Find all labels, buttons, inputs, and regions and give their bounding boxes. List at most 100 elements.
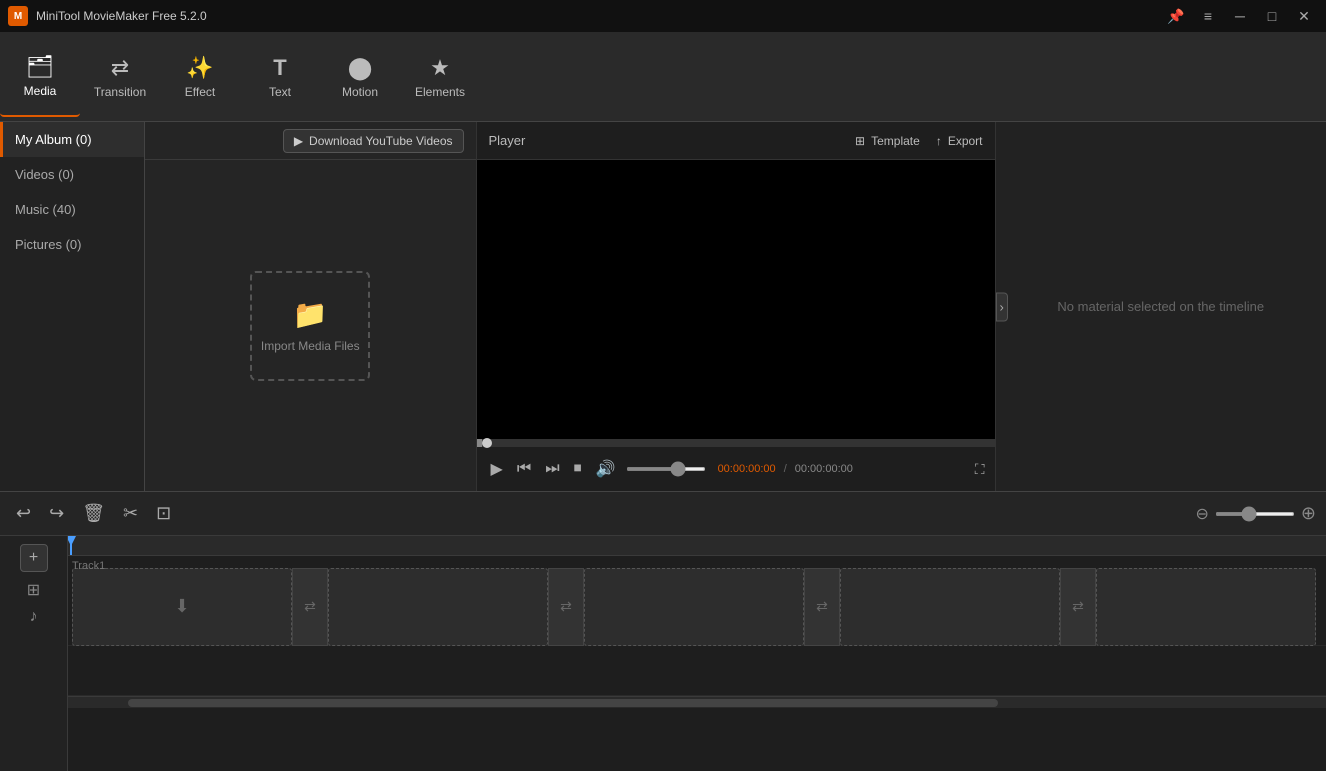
timeline-toolbar: ↩ ↪ 🗑 ✂ ⊡ ⊖ ⊕	[0, 492, 1326, 536]
playhead[interactable]	[70, 536, 72, 555]
prev-frame-button[interactable]: ⏮	[513, 456, 535, 482]
folder-icon: 📁	[293, 298, 328, 331]
export-icon: ↑	[936, 134, 942, 148]
maximize-button[interactable]: □	[1258, 5, 1286, 27]
fullscreen-button[interactable]: ⛶	[975, 461, 985, 478]
minimize-button[interactable]: ─	[1226, 5, 1254, 27]
zoom-controls: ⊖ ⊕	[1196, 503, 1317, 524]
pin-button[interactable]: 📌	[1162, 5, 1190, 27]
effect-label: Effect	[185, 85, 215, 99]
volume-button[interactable]: 🔊	[592, 455, 620, 483]
transition-label: Transition	[94, 85, 146, 99]
play-button[interactable]: ▶	[487, 455, 507, 483]
transition-3[interactable]: ⇄	[804, 568, 840, 646]
undo-button[interactable]: ↩	[10, 499, 37, 528]
template-icon: ⊞	[855, 134, 865, 148]
volume-slider[interactable]	[626, 467, 706, 471]
playhead-head	[68, 536, 76, 546]
motion-label: Motion	[342, 85, 378, 99]
effect-icon: ✨	[186, 55, 213, 81]
time-current: 00:00:00:00	[718, 463, 776, 475]
player-header: Player ⊞ Template ↑ Export	[477, 122, 995, 160]
export-label: Export	[948, 134, 983, 148]
track-clip-3[interactable]	[584, 568, 804, 646]
my-album-label: My Album (0)	[15, 132, 92, 147]
media-panel: ▶ Download YouTube Videos 📁 Import Media…	[145, 122, 476, 491]
music-label: Music (40)	[15, 202, 76, 217]
sidebar-item-pictures[interactable]: Pictures (0)	[0, 227, 144, 262]
player-video	[477, 160, 995, 439]
track-clip-5[interactable]	[1096, 568, 1316, 646]
next-frame-button[interactable]: ⏭	[541, 456, 563, 482]
transition-2[interactable]: ⇄	[548, 568, 584, 646]
sidebar-item-videos[interactable]: Videos (0)	[0, 157, 144, 192]
timeline-scrollbar[interactable]	[68, 696, 1326, 708]
zoom-slider[interactable]	[1215, 512, 1295, 516]
add-track-button[interactable]: +	[20, 544, 48, 572]
media-topbar: ▶ Download YouTube Videos	[145, 122, 476, 160]
player-panel: Player ⊞ Template ↑ Export ▶ ⏮ ⏭ ⏹ 🔊	[476, 122, 996, 491]
crop-button[interactable]: ⊡	[150, 499, 177, 528]
toolbar-effect[interactable]: ✨ Effect	[160, 37, 240, 117]
youtube-icon: ▶	[294, 134, 303, 148]
elements-label: Elements	[415, 85, 465, 99]
transition-icon-2: ⇄	[560, 598, 572, 615]
delete-button[interactable]: 🗑	[76, 499, 111, 528]
timeline-tracks: Track1 ⬇ ⇄ ⇄	[68, 536, 1326, 771]
titlebar: M MiniTool MovieMaker Free 5.2.0 📌 ≡ ─ □…	[0, 0, 1326, 32]
audio-track-icon: ♪	[30, 608, 38, 626]
download-youtube-button[interactable]: ▶ Download YouTube Videos	[283, 129, 464, 153]
redo-button[interactable]: ↪	[43, 499, 70, 528]
time-separator: /	[784, 463, 787, 475]
player-seekbar[interactable]	[477, 439, 995, 447]
no-material-text: No material selected on the timeline	[1057, 299, 1264, 314]
text-icon: T	[273, 55, 286, 81]
time-total: 00:00:00:00	[795, 463, 853, 475]
seekbar-thumb[interactable]	[482, 438, 492, 448]
elements-icon: ★	[430, 55, 450, 81]
track-clip-1[interactable]: ⬇	[72, 568, 292, 646]
right-panel: › No material selected on the timeline	[996, 122, 1326, 491]
toolbar-elements[interactable]: ★ Elements	[400, 37, 480, 117]
track-label: Track1	[72, 560, 105, 572]
seekbar-fill	[477, 439, 482, 447]
stop-button[interactable]: ⏹	[570, 456, 586, 482]
transition-icon-1: ⇄	[304, 598, 316, 615]
sidebar-item-music[interactable]: Music (40)	[0, 192, 144, 227]
timeline-ruler	[68, 536, 1326, 556]
menu-button[interactable]: ≡	[1194, 5, 1222, 27]
player-header-buttons: ⊞ Template ↑ Export	[855, 134, 982, 148]
app-icon: M	[8, 6, 28, 26]
window-controls: 📌 ≡ ─ □ ✕	[1162, 5, 1318, 27]
sidebar-item-my-album[interactable]: My Album (0)	[0, 122, 144, 157]
cut-button[interactable]: ✂	[117, 499, 144, 528]
text-label: Text	[269, 85, 291, 99]
track-clip-2[interactable]	[328, 568, 548, 646]
close-button[interactable]: ✕	[1290, 5, 1318, 27]
app-title: MiniTool MovieMaker Free 5.2.0	[36, 9, 1162, 23]
timeline-scrollbar-thumb[interactable]	[128, 699, 998, 707]
zoom-in-icon[interactable]: ⊕	[1301, 503, 1316, 524]
export-button[interactable]: ↑ Export	[936, 134, 983, 148]
video-track-icon: ⊞	[27, 580, 40, 600]
videos-label: Videos (0)	[15, 167, 74, 182]
template-button[interactable]: ⊞ Template	[855, 134, 920, 148]
toolbar-transition[interactable]: ⇄ Transition	[80, 37, 160, 117]
import-media-box[interactable]: 📁 Import Media Files	[250, 271, 370, 381]
timeline-left-panel: + ⊞ ♪	[0, 536, 68, 771]
transition-icon-4: ⇄	[1072, 598, 1084, 615]
toolbar-motion[interactable]: ⬤ Motion	[320, 37, 400, 117]
panel-collapse-button[interactable]: ›	[996, 292, 1008, 321]
main-toolbar: 🗂 Media ⇄ Transition ✨ Effect T Text ⬤ M…	[0, 32, 1326, 122]
zoom-out-icon: ⊖	[1196, 504, 1209, 524]
main-area: My Album (0) Videos (0) Music (40) Pictu…	[0, 122, 1326, 491]
import-clip-icon: ⬇	[174, 596, 189, 617]
pictures-label: Pictures (0)	[15, 237, 81, 252]
player-controls: ▶ ⏮ ⏭ ⏹ 🔊 00:00:00:00 / 00:00:00:00 ⛶	[477, 447, 995, 491]
video-track-row: Track1 ⬇ ⇄ ⇄	[68, 556, 1326, 646]
toolbar-text[interactable]: T Text	[240, 37, 320, 117]
toolbar-media[interactable]: 🗂 Media	[0, 37, 80, 117]
track-clip-4[interactable]	[840, 568, 1060, 646]
transition-4[interactable]: ⇄	[1060, 568, 1096, 646]
transition-1[interactable]: ⇄	[292, 568, 328, 646]
